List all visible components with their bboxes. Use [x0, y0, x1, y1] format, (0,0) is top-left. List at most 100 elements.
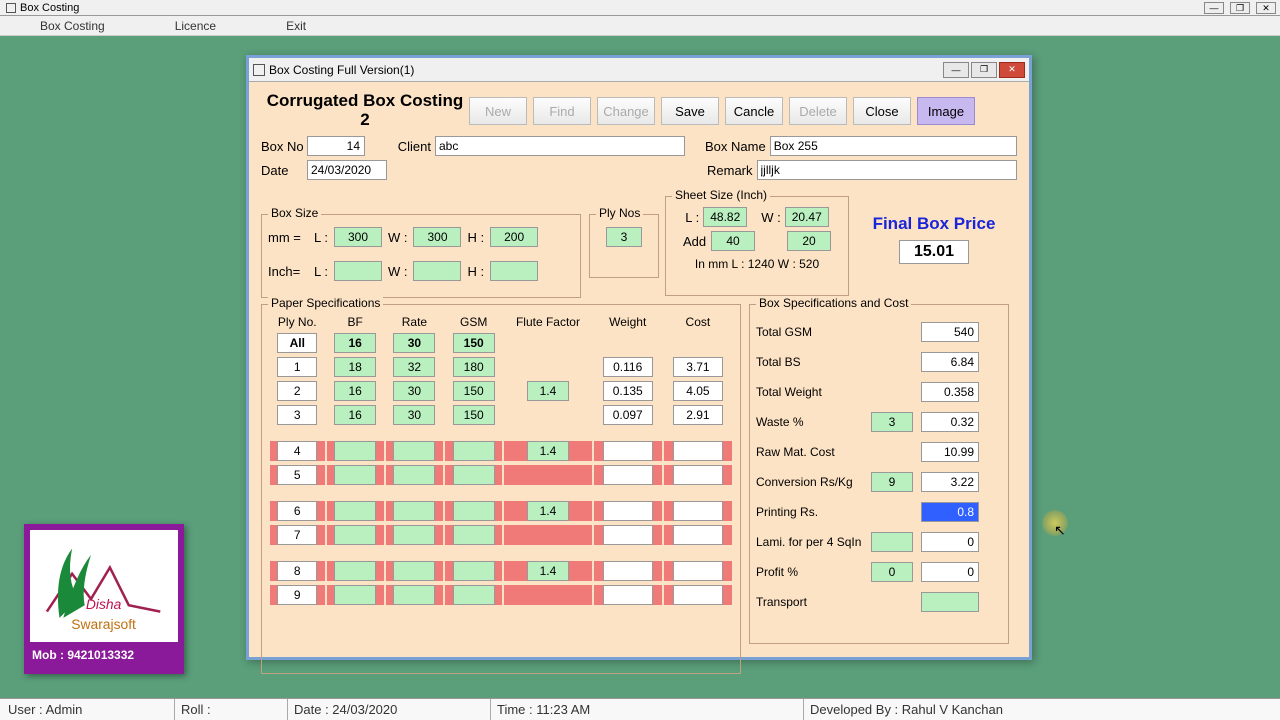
paper-all-rate[interactable]	[393, 333, 435, 353]
paper-gsm[interactable]	[453, 561, 495, 581]
paper-rate[interactable]	[393, 357, 435, 377]
spec-value[interactable]	[921, 472, 979, 492]
spec-value[interactable]	[921, 322, 979, 342]
inner-minimize-icon[interactable]: —	[943, 62, 969, 78]
paper-bf[interactable]	[334, 561, 376, 581]
paper-ply[interactable]	[277, 381, 317, 401]
inner-close-icon[interactable]: ✕	[999, 62, 1025, 78]
paper-ply-all[interactable]	[277, 333, 317, 353]
paper-gsm[interactable]	[453, 381, 495, 401]
paper-ff[interactable]	[527, 561, 569, 581]
remark-input[interactable]	[757, 160, 1017, 180]
menu-exit[interactable]: Exit	[286, 19, 306, 33]
paper-wt[interactable]	[603, 561, 653, 581]
paper-rate[interactable]	[393, 381, 435, 401]
delete-button[interactable]: Delete	[789, 97, 847, 125]
paper-wt[interactable]	[603, 357, 653, 377]
minimize-icon[interactable]: —	[1204, 2, 1224, 14]
boxsize-mm-H[interactable]	[490, 227, 538, 247]
spec-param[interactable]	[871, 472, 913, 492]
spec-param[interactable]	[871, 412, 913, 432]
spec-value[interactable]	[921, 412, 979, 432]
paper-rate[interactable]	[393, 585, 435, 605]
find-button[interactable]: Find	[533, 97, 591, 125]
paper-ply[interactable]	[277, 357, 317, 377]
paper-cost[interactable]	[673, 381, 723, 401]
paper-ply[interactable]	[277, 561, 317, 581]
paper-gsm[interactable]	[453, 585, 495, 605]
paper-rate[interactable]	[393, 561, 435, 581]
paper-gsm[interactable]	[453, 465, 495, 485]
paper-cost[interactable]	[673, 441, 723, 461]
paper-gsm[interactable]	[453, 405, 495, 425]
paper-bf[interactable]	[334, 405, 376, 425]
paper-ply[interactable]	[277, 501, 317, 521]
boxname-input[interactable]	[770, 136, 1017, 156]
boxno-input[interactable]	[307, 136, 365, 156]
change-button[interactable]: Change	[597, 97, 655, 125]
paper-ff[interactable]	[527, 441, 569, 461]
paper-bf[interactable]	[334, 357, 376, 377]
close-button[interactable]: Close	[853, 97, 911, 125]
boxsize-mm-L[interactable]	[334, 227, 382, 247]
client-input[interactable]	[435, 136, 685, 156]
save-button[interactable]: Save	[661, 97, 719, 125]
restore-icon[interactable]: ❐	[1230, 2, 1250, 14]
paper-bf[interactable]	[334, 441, 376, 461]
paper-gsm[interactable]	[453, 525, 495, 545]
paper-wt[interactable]	[603, 501, 653, 521]
paper-rate[interactable]	[393, 465, 435, 485]
paper-wt[interactable]	[603, 525, 653, 545]
paper-wt[interactable]	[603, 405, 653, 425]
spec-value[interactable]	[921, 442, 979, 462]
paper-wt[interactable]	[603, 441, 653, 461]
paper-gsm[interactable]	[453, 441, 495, 461]
close-icon[interactable]: ✕	[1256, 2, 1276, 14]
paper-bf[interactable]	[334, 525, 376, 545]
paper-ff[interactable]	[527, 501, 569, 521]
paper-ply[interactable]	[277, 441, 317, 461]
paper-wt[interactable]	[603, 585, 653, 605]
paper-ply[interactable]	[277, 465, 317, 485]
sheet-W[interactable]	[785, 207, 829, 227]
paper-cost[interactable]	[673, 357, 723, 377]
menu-licence[interactable]: Licence	[175, 19, 216, 33]
paper-cost[interactable]	[673, 561, 723, 581]
date-input[interactable]	[307, 160, 387, 180]
plynos-input[interactable]	[606, 227, 642, 247]
spec-param[interactable]	[871, 532, 913, 552]
paper-all-bf[interactable]	[334, 333, 376, 353]
boxsize-in-H[interactable]	[490, 261, 538, 281]
boxsize-in-L[interactable]	[334, 261, 382, 281]
paper-cost[interactable]	[673, 501, 723, 521]
spec-value[interactable]	[921, 382, 979, 402]
inner-restore-icon[interactable]: ❐	[971, 62, 997, 78]
paper-wt[interactable]	[603, 465, 653, 485]
paper-all-gsm[interactable]	[453, 333, 495, 353]
spec-value[interactable]	[921, 592, 979, 612]
spec-value[interactable]	[921, 502, 979, 522]
paper-bf[interactable]	[334, 381, 376, 401]
spec-value[interactable]	[921, 562, 979, 582]
paper-gsm[interactable]	[453, 501, 495, 521]
paper-ply[interactable]	[277, 405, 317, 425]
spec-param[interactable]	[871, 562, 913, 582]
paper-rate[interactable]	[393, 405, 435, 425]
menu-boxcosting[interactable]: Box Costing	[40, 19, 105, 33]
spec-value[interactable]	[921, 352, 979, 372]
paper-cost[interactable]	[673, 465, 723, 485]
paper-wt[interactable]	[603, 381, 653, 401]
boxsize-in-W[interactable]	[413, 261, 461, 281]
boxsize-mm-W[interactable]	[413, 227, 461, 247]
paper-rate[interactable]	[393, 501, 435, 521]
paper-rate[interactable]	[393, 441, 435, 461]
paper-ply[interactable]	[277, 585, 317, 605]
paper-bf[interactable]	[334, 501, 376, 521]
sheet-addW[interactable]	[787, 231, 831, 251]
sheet-L[interactable]	[703, 207, 747, 227]
paper-cost[interactable]	[673, 405, 723, 425]
spec-value[interactable]	[921, 532, 979, 552]
paper-gsm[interactable]	[453, 357, 495, 377]
image-button[interactable]: Image	[917, 97, 975, 125]
paper-cost[interactable]	[673, 525, 723, 545]
